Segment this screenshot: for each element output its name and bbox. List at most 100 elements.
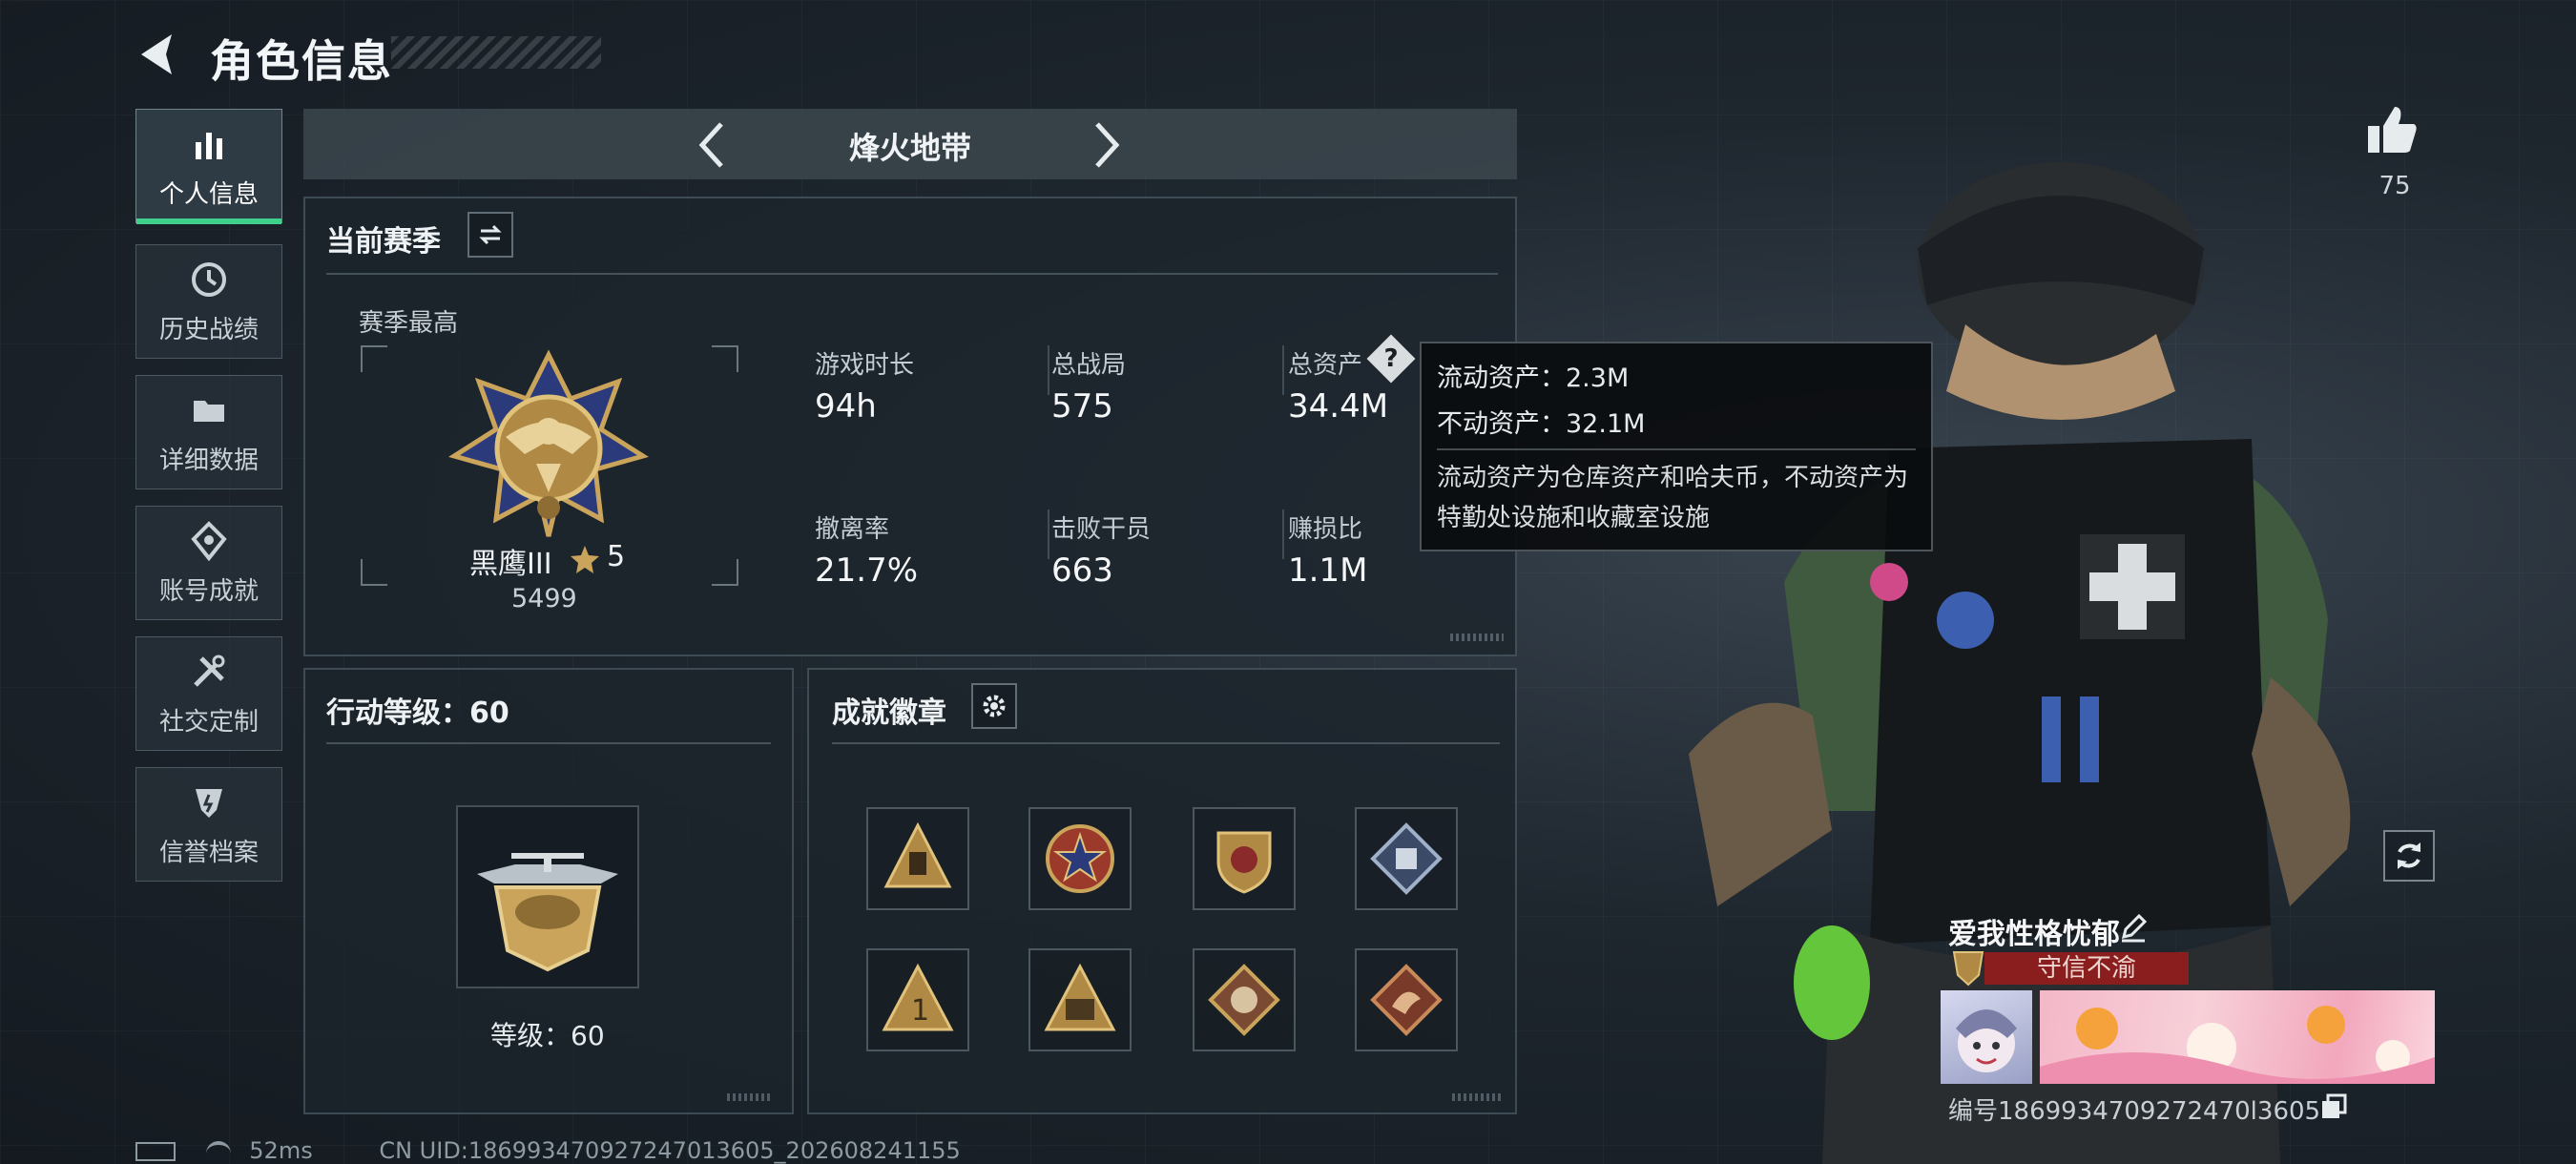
edit-icon[interactable]	[2118, 912, 2149, 943]
credit-shield-icon	[196, 788, 222, 818]
tooltip-divider	[1437, 448, 1916, 450]
folder-icon	[194, 400, 224, 422]
badge-tile[interactable]	[1193, 807, 1296, 910]
sidebar-item-credit-record[interactable]: 信誉档案	[135, 767, 282, 882]
sidebar-item-label: 社交定制	[158, 707, 259, 737]
rank-stars: 5	[607, 540, 626, 573]
stat-label-kills: 击败干员	[1051, 515, 1152, 544]
stat-divider	[1282, 345, 1284, 395]
page-title: 角色信息	[210, 35, 393, 87]
rank-points: 5499	[511, 584, 577, 613]
badge-tile[interactable]: 1	[866, 948, 969, 1051]
swap-icon	[479, 224, 502, 245]
copy-icon[interactable]	[2320, 1093, 2347, 1120]
lantern-badge-icon	[883, 821, 952, 888]
tooltip-fixed-assets: 不动资产：32.1M	[1437, 409, 1646, 439]
stat-label-extract-rate: 撤离率	[815, 515, 890, 544]
stat-value-play-time: 94h	[815, 387, 877, 426]
badges-title: 成就徽章	[832, 696, 946, 730]
sidebar-item-account-achievements[interactable]: 账号成就	[135, 506, 282, 620]
badge-tile[interactable]	[1193, 948, 1296, 1051]
section-divider	[326, 273, 1498, 275]
title-tag: 守信不渝	[1984, 952, 2189, 985]
badge-tile[interactable]	[1028, 948, 1132, 1051]
chevron-right-icon[interactable]	[1088, 120, 1126, 170]
badge-tile[interactable]	[1355, 948, 1458, 1051]
cn-uid: CN UID:186993470927247013605_20260824115…	[379, 1137, 961, 1164]
avatar-character-icon	[1956, 1009, 2017, 1072]
refresh-icon	[2398, 842, 2420, 869]
like-count: 75	[2379, 172, 2411, 200]
avatar[interactable]	[1941, 990, 2032, 1084]
profile-banner[interactable]	[2040, 990, 2435, 1084]
section-divider	[326, 742, 771, 744]
banner-art-icon	[2040, 1006, 2435, 1084]
season-switch-button[interactable]	[467, 212, 513, 258]
player-uid: 编号1869934709272470l3605	[1948, 1097, 2321, 1126]
diamond-badge-icon	[1370, 822, 1443, 895]
bar-chart-icon	[196, 132, 222, 159]
level-label: 等级：60	[490, 1020, 605, 1051]
rank-name: 黑鹰III	[469, 548, 552, 581]
star-icon	[571, 546, 599, 573]
rank-medal-icon	[448, 349, 649, 537]
helicopter-emblem-icon	[477, 853, 618, 972]
corner-decoration	[727, 1093, 773, 1101]
star-seal-badge-icon	[1046, 824, 1114, 893]
first-place-badge-icon: 1	[882, 963, 954, 1031]
sidebar-item-label: 详细数据	[158, 446, 259, 475]
stat-label-total-matches: 总战局	[1051, 351, 1127, 380]
stat-divider	[1048, 345, 1049, 395]
badge-tile[interactable]	[1028, 807, 1132, 910]
help-icon-glyph: ?	[1383, 344, 1399, 373]
season-title: 当前赛季	[326, 225, 441, 259]
sidebar-item-label: 账号成就	[158, 576, 259, 606]
sidebar-item-history[interactable]: 历史战绩	[135, 244, 282, 359]
badge-tile[interactable]	[1355, 807, 1458, 910]
tooltip-note: 流动资产为仓库资产和哈夫币，不动资产为特勤处设施和收藏室设施	[1437, 464, 1909, 532]
sidebar-item-detailed-data[interactable]: 详细数据	[135, 375, 282, 489]
sidebar-item-label: 信誉档案	[158, 838, 259, 867]
badge-tile[interactable]	[866, 807, 969, 910]
tools-icon	[194, 655, 225, 687]
back-arrow-icon[interactable]	[134, 29, 185, 80]
stat-label-play-time: 游戏时长	[815, 351, 915, 380]
stat-value-kills: 663	[1051, 551, 1113, 590]
action-level-title: 行动等级：60	[326, 696, 509, 730]
bracket-decoration	[361, 559, 387, 586]
stat-value-profit-ratio: 1.1M	[1288, 551, 1368, 590]
sidebar-item-label: 历史战绩	[158, 315, 259, 344]
stat-value-total-matches: 575	[1051, 387, 1113, 426]
shield-badge-icon	[1216, 831, 1272, 894]
status-bar: 52ms CN UID:186993470927247013605_202608…	[135, 1137, 961, 1164]
refresh-button[interactable]	[2383, 830, 2435, 882]
thumbs-up-icon[interactable]	[2364, 103, 2420, 156]
assets-tooltip: 流动资产：2.3M 不动资产：32.1M 流动资产为仓库资产和哈夫币，不动资产为…	[1420, 342, 1933, 551]
history-icon	[192, 261, 226, 297]
mode-title: 烽火地带	[848, 130, 971, 166]
wifi-icon	[205, 1141, 231, 1162]
tooltip-liquid-assets: 流动资产：2.3M	[1437, 364, 1630, 393]
sidebar-item-social-custom[interactable]: 社交定制	[135, 636, 282, 751]
dragon-badge-icon	[1370, 964, 1443, 1036]
stat-divider	[1048, 509, 1049, 559]
stat-value-extract-rate: 21.7%	[815, 551, 919, 590]
sidebar-item-label: 个人信息	[158, 179, 259, 209]
level-emblem-frame	[456, 805, 639, 988]
stat-label-profit-ratio: 赚损比	[1288, 515, 1363, 544]
stat-value-total-assets: 34.4M	[1288, 387, 1389, 426]
season-best-label: 赛季最高	[359, 309, 459, 338]
sidebar-item-personal-info[interactable]: 个人信息	[135, 109, 282, 224]
badges-settings-button[interactable]	[971, 683, 1017, 729]
achievement-icon	[191, 520, 227, 561]
squad-badge-icon	[1044, 963, 1116, 1031]
section-divider	[832, 742, 1500, 744]
bracket-decoration	[712, 559, 738, 586]
battery-icon	[135, 1142, 176, 1161]
wolf-badge-icon	[1208, 964, 1280, 1036]
ping-value: 52ms	[249, 1137, 313, 1164]
stat-divider	[1282, 509, 1284, 559]
title-decoration	[391, 36, 601, 69]
stat-label-total-assets: 总资产	[1288, 351, 1363, 380]
mode-switcher: 烽火地带	[303, 109, 1517, 179]
